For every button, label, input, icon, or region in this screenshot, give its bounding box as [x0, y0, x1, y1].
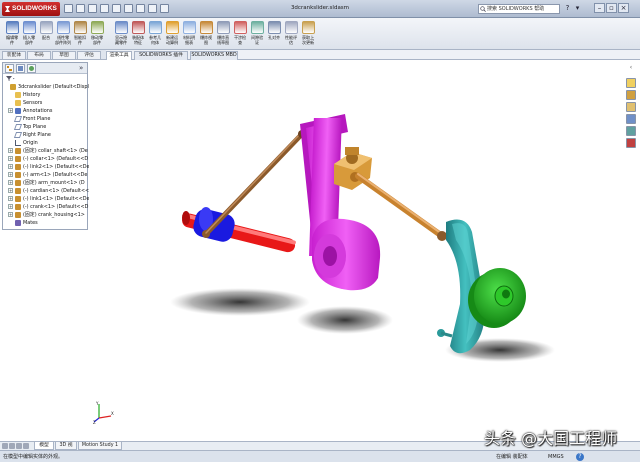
- svg-text:Y: Y: [95, 401, 99, 406]
- command-button-5[interactable]: 智能扣 件: [71, 21, 89, 49]
- shadow-arm: [297, 306, 393, 334]
- edit-component-icon: [5, 21, 19, 34]
- command-manager: 编辑零 件插入零 部件 配合 线性零 部件阵列 智能扣 件移动零 部件 显示隐 藏零件装…: [0, 18, 640, 50]
- command-button-label: 编辑零 件: [6, 35, 18, 45]
- command-button-14[interactable]: 干涉检 查: [231, 21, 249, 49]
- close-button[interactable]: ×: [618, 3, 629, 13]
- bottom-tab-1[interactable]: 模型: [34, 442, 54, 450]
- mate-icon: [39, 21, 53, 34]
- first-tab-icon[interactable]: [2, 443, 8, 449]
- help-icon[interactable]: ?: [576, 453, 584, 461]
- graphics-area[interactable]: [0, 60, 640, 442]
- command-button-label: 获取上 次更新: [302, 35, 314, 45]
- command-button-label: 配合: [42, 35, 50, 40]
- command-button-label: 性能评 估: [285, 35, 297, 45]
- command-button-label: 干涉检 查: [234, 35, 246, 45]
- dropdown-arrow-icon[interactable]: ▾: [573, 4, 582, 13]
- command-button-label: 插入零 部件: [23, 35, 35, 45]
- next-tab-icon[interactable]: [16, 443, 22, 449]
- tab-1[interactable]: 装配体: [2, 51, 26, 59]
- hole-align-icon: [267, 21, 281, 34]
- last-tab-icon[interactable]: [23, 443, 29, 449]
- show-hidden-icon: [114, 21, 128, 34]
- cm-tab-1[interactable]: 渲染工具: [106, 51, 132, 60]
- command-button-1[interactable]: 编辑零 件: [3, 21, 21, 49]
- command-button-13[interactable]: 爆炸直 线草图: [214, 21, 232, 49]
- command-button-label: 新建运 动算例: [166, 35, 178, 45]
- title-bar: SOLIDWORKS 3dcrankslider.sldasm 搜索 SOLID…: [0, 0, 640, 18]
- command-button-4[interactable]: 线性零 部件阵列: [54, 21, 72, 49]
- search-icon: [480, 6, 486, 12]
- tab-4[interactable]: 评估: [77, 51, 101, 59]
- watermark: 头条 @大国工程师: [484, 429, 618, 448]
- bottom-tab-2[interactable]: 3D 视图: [55, 442, 77, 456]
- update-icon: [301, 21, 315, 34]
- edit-state: 在编辑 装配体: [496, 454, 528, 460]
- command-button-17[interactable]: 性能评 估: [282, 21, 300, 49]
- previous-tab-icon[interactable]: [9, 443, 15, 449]
- coordinate-triad-icon: Y X Z: [93, 401, 114, 424]
- assembly-feature-icon: [131, 21, 145, 34]
- move-component-icon: [90, 21, 104, 34]
- command-button-label: 显示隐 藏零件: [115, 35, 127, 45]
- interference-icon: [233, 21, 247, 34]
- command-button-7[interactable]: 显示隐 藏零件: [112, 21, 130, 49]
- arm[interactable]: [300, 114, 381, 291]
- command-button-9[interactable]: 参考几 何体: [146, 21, 164, 49]
- search-help-input[interactable]: 搜索 SOLIDWORKS 帮助: [478, 4, 560, 14]
- svg-text:Z: Z: [93, 420, 96, 424]
- tab-3[interactable]: 草图: [52, 51, 76, 59]
- help-menu-icon[interactable]: ?: [563, 4, 572, 13]
- explode-line-icon: [216, 21, 230, 34]
- command-button-label: 爆炸视 图: [200, 35, 212, 45]
- link2[interactable]: [203, 130, 306, 237]
- status-bar: 在模型中编辑实体的外观。 在编辑 装配体 MMGS ?: [0, 450, 640, 462]
- shadow-slider: [170, 288, 310, 316]
- pattern-icon: [56, 21, 70, 34]
- motion-study-icon: [165, 21, 179, 34]
- command-button-label: 材料明 细表: [183, 35, 195, 45]
- command-button-11[interactable]: 材料明 细表: [180, 21, 198, 49]
- command-manager-tabs-right: 渲染工具 SOLIDWORKS 插件 SOLIDWORKS MBD: [106, 50, 640, 60]
- command-button-18[interactable]: 获取上 次更新: [299, 21, 317, 49]
- command-button-label: 线性零 部件阵列: [55, 35, 71, 45]
- command-button-label: 移动零 部件: [91, 35, 103, 45]
- restore-button[interactable]: ▫: [606, 3, 617, 13]
- bom-icon: [182, 21, 196, 34]
- clearance-icon: [250, 21, 264, 34]
- tab-2[interactable]: 布局: [27, 51, 51, 59]
- svg-text:X: X: [111, 411, 114, 416]
- command-button-16[interactable]: 孔对齐: [265, 21, 283, 49]
- command-button-8[interactable]: 装配体 特征: [129, 21, 147, 49]
- status-message: 在模型中编辑实体的外观。: [3, 454, 64, 460]
- command-button-3[interactable]: 配合: [37, 21, 55, 49]
- minimize-button[interactable]: –: [594, 3, 605, 13]
- search-placeholder: 搜索 SOLIDWORKS 帮助: [487, 6, 545, 12]
- insert-component-icon: [22, 21, 36, 34]
- command-button-label: 智能扣 件: [74, 35, 86, 45]
- units-indicator[interactable]: MMGS: [548, 452, 564, 462]
- reference-geometry-icon: [148, 21, 162, 34]
- cm-tab-3[interactable]: SOLIDWORKS MBD: [190, 51, 238, 60]
- command-button-label: 间隙验 证: [251, 35, 263, 45]
- bottom-tab-3[interactable]: Motion Study 1: [78, 442, 122, 450]
- command-button-15[interactable]: 间隙验 证: [248, 21, 266, 49]
- command-button-10[interactable]: 新建运 动算例: [163, 21, 181, 49]
- smart-fastener-icon: [73, 21, 87, 34]
- command-button-label: 孔对齐: [268, 35, 280, 40]
- exploded-view-icon: [199, 21, 213, 34]
- command-button-2[interactable]: 插入零 部件: [20, 21, 38, 49]
- performance-icon: [284, 21, 298, 34]
- cm-tab-2[interactable]: SOLIDWORKS 插件: [134, 51, 188, 60]
- command-button-label: 装配体 特征: [132, 35, 144, 45]
- command-button-12[interactable]: 爆炸视 图: [197, 21, 215, 49]
- command-button-6[interactable]: 移动零 部件: [88, 21, 106, 49]
- command-button-label: 爆炸直 线草图: [217, 35, 229, 45]
- command-button-label: 参考几 何体: [149, 35, 161, 45]
- command-manager-tabs: 装配体 布局 草图 评估: [0, 50, 106, 60]
